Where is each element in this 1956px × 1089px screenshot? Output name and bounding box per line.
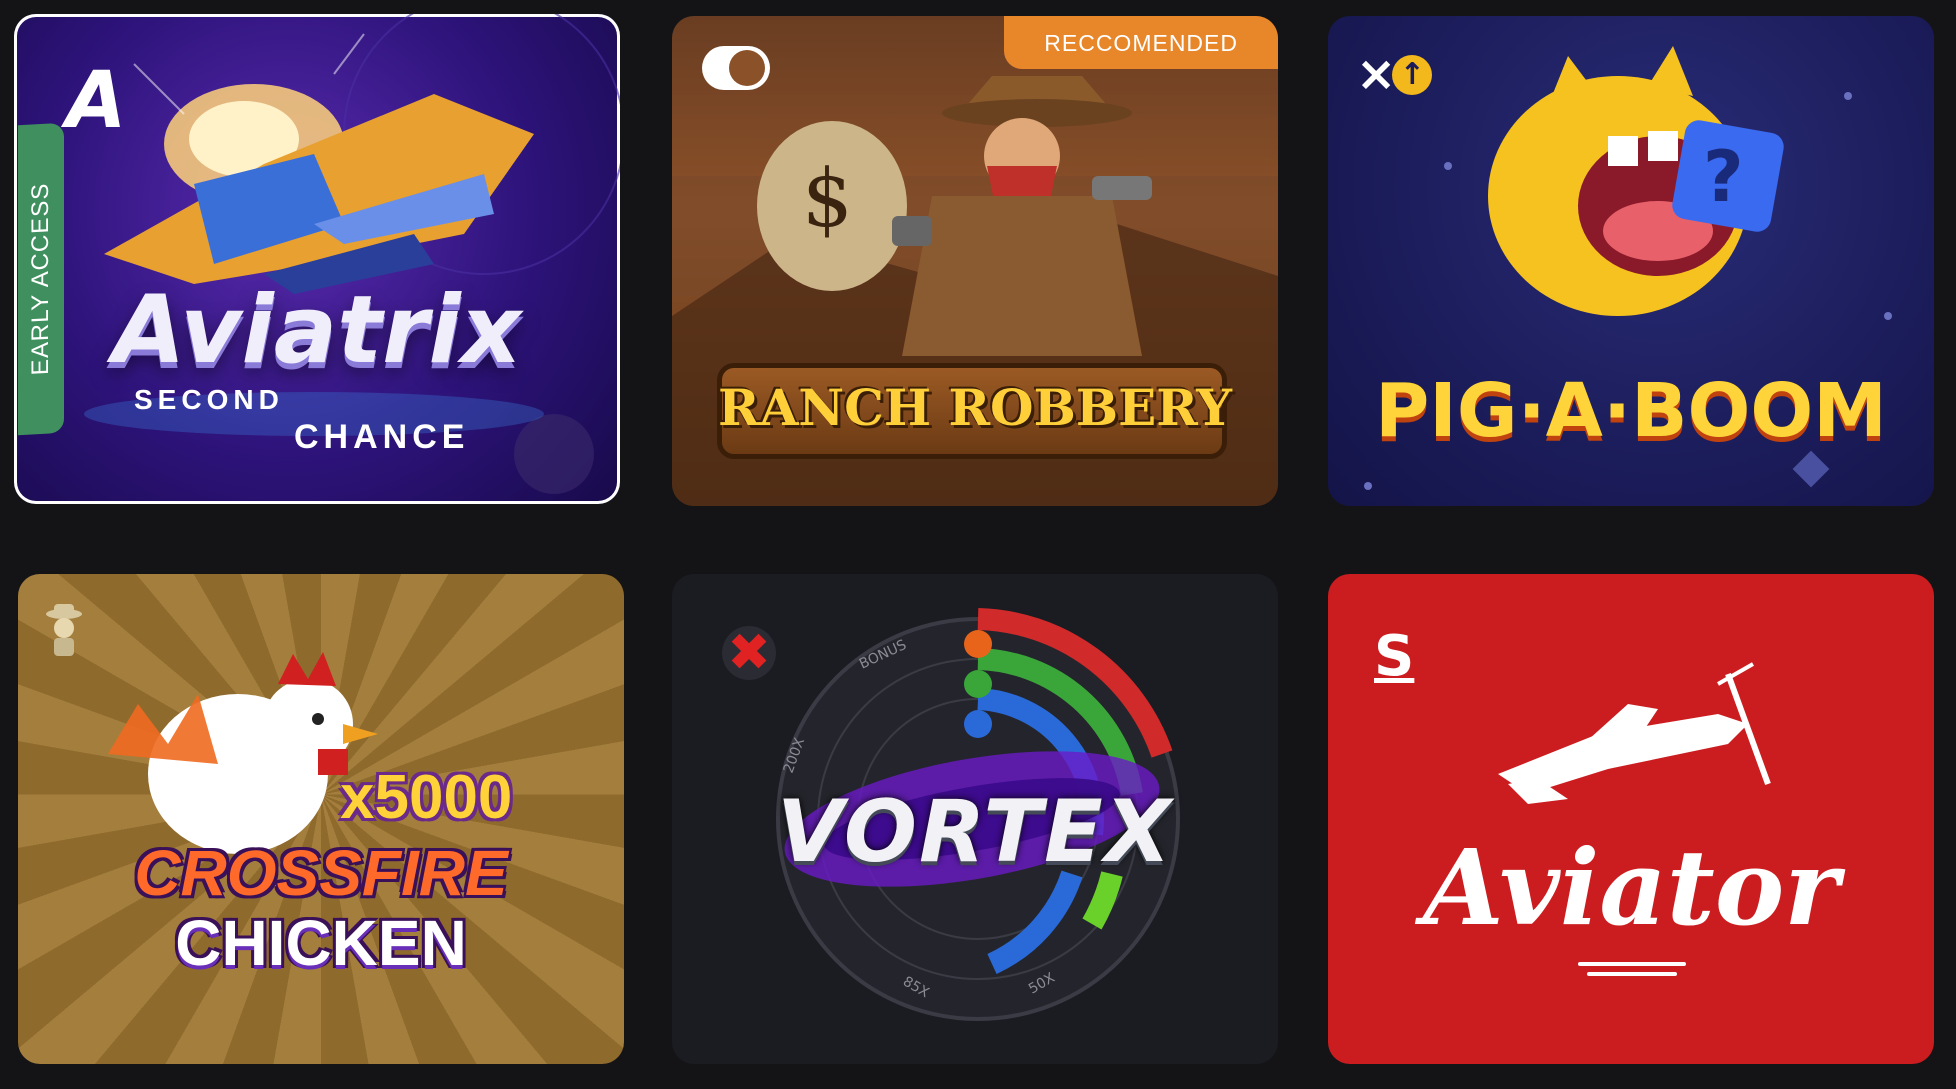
game-grid: A EARLY ACCESS Aviatrix SECOND CHANCE $ … (0, 0, 1956, 1089)
game-card-crossfire-chicken[interactable]: x5000 CROSSFIRE CHICKEN (18, 574, 624, 1064)
cowboy-provider-icon (46, 604, 82, 656)
provider-logo: × ↑ (1356, 46, 1433, 102)
game-card-aviatrix[interactable]: A EARLY ACCESS Aviatrix SECOND CHANCE (14, 14, 620, 504)
aviator-artwork (1498, 662, 1771, 804)
game-card-pig-a-boom[interactable]: ? × ↑ PIG·A·BOOM (1328, 16, 1934, 506)
provider-logo: A (66, 56, 127, 146)
game-title-line2: CHICKEN (175, 907, 467, 979)
provider-toggle-icon (702, 46, 770, 90)
game-title: PIG·A·BOOM (1375, 368, 1887, 454)
game-title: Aviator (1423, 826, 1839, 949)
title-underline (1578, 956, 1686, 976)
svg-text:?: ? (1703, 136, 1744, 218)
game-title: VORTEX (776, 782, 1174, 882)
game-title: Aviatrix (112, 276, 522, 385)
game-subtitle-line1: SECOND (134, 384, 284, 415)
game-title: RANCH ROBBERY (718, 378, 1232, 437)
close-icon[interactable]: ✖ (722, 626, 776, 680)
game-card-aviator[interactable]: S Aviator (1328, 574, 1934, 1064)
multiplier-label: x5000 (340, 763, 513, 832)
provider-logo-x: × (1356, 46, 1397, 102)
game-card-ranch-robbery[interactable]: $ RECCOMENDED RANCH ROBBERY (672, 16, 1278, 506)
game-card-vortex[interactable]: BONUS 200X 85X 50X ✖ VORTEX (672, 574, 1278, 1064)
provider-logo: S (1374, 624, 1415, 689)
game-title-line1: CROSSFIRE (134, 837, 508, 909)
game-subtitle-line2: CHANCE (294, 418, 470, 456)
recommended-badge: RECCOMENDED (1004, 16, 1278, 69)
crossfire-chicken-artwork (108, 652, 378, 854)
arrow-up-icon: ↑ (1392, 55, 1433, 95)
svg-text:$: $ (802, 152, 853, 245)
